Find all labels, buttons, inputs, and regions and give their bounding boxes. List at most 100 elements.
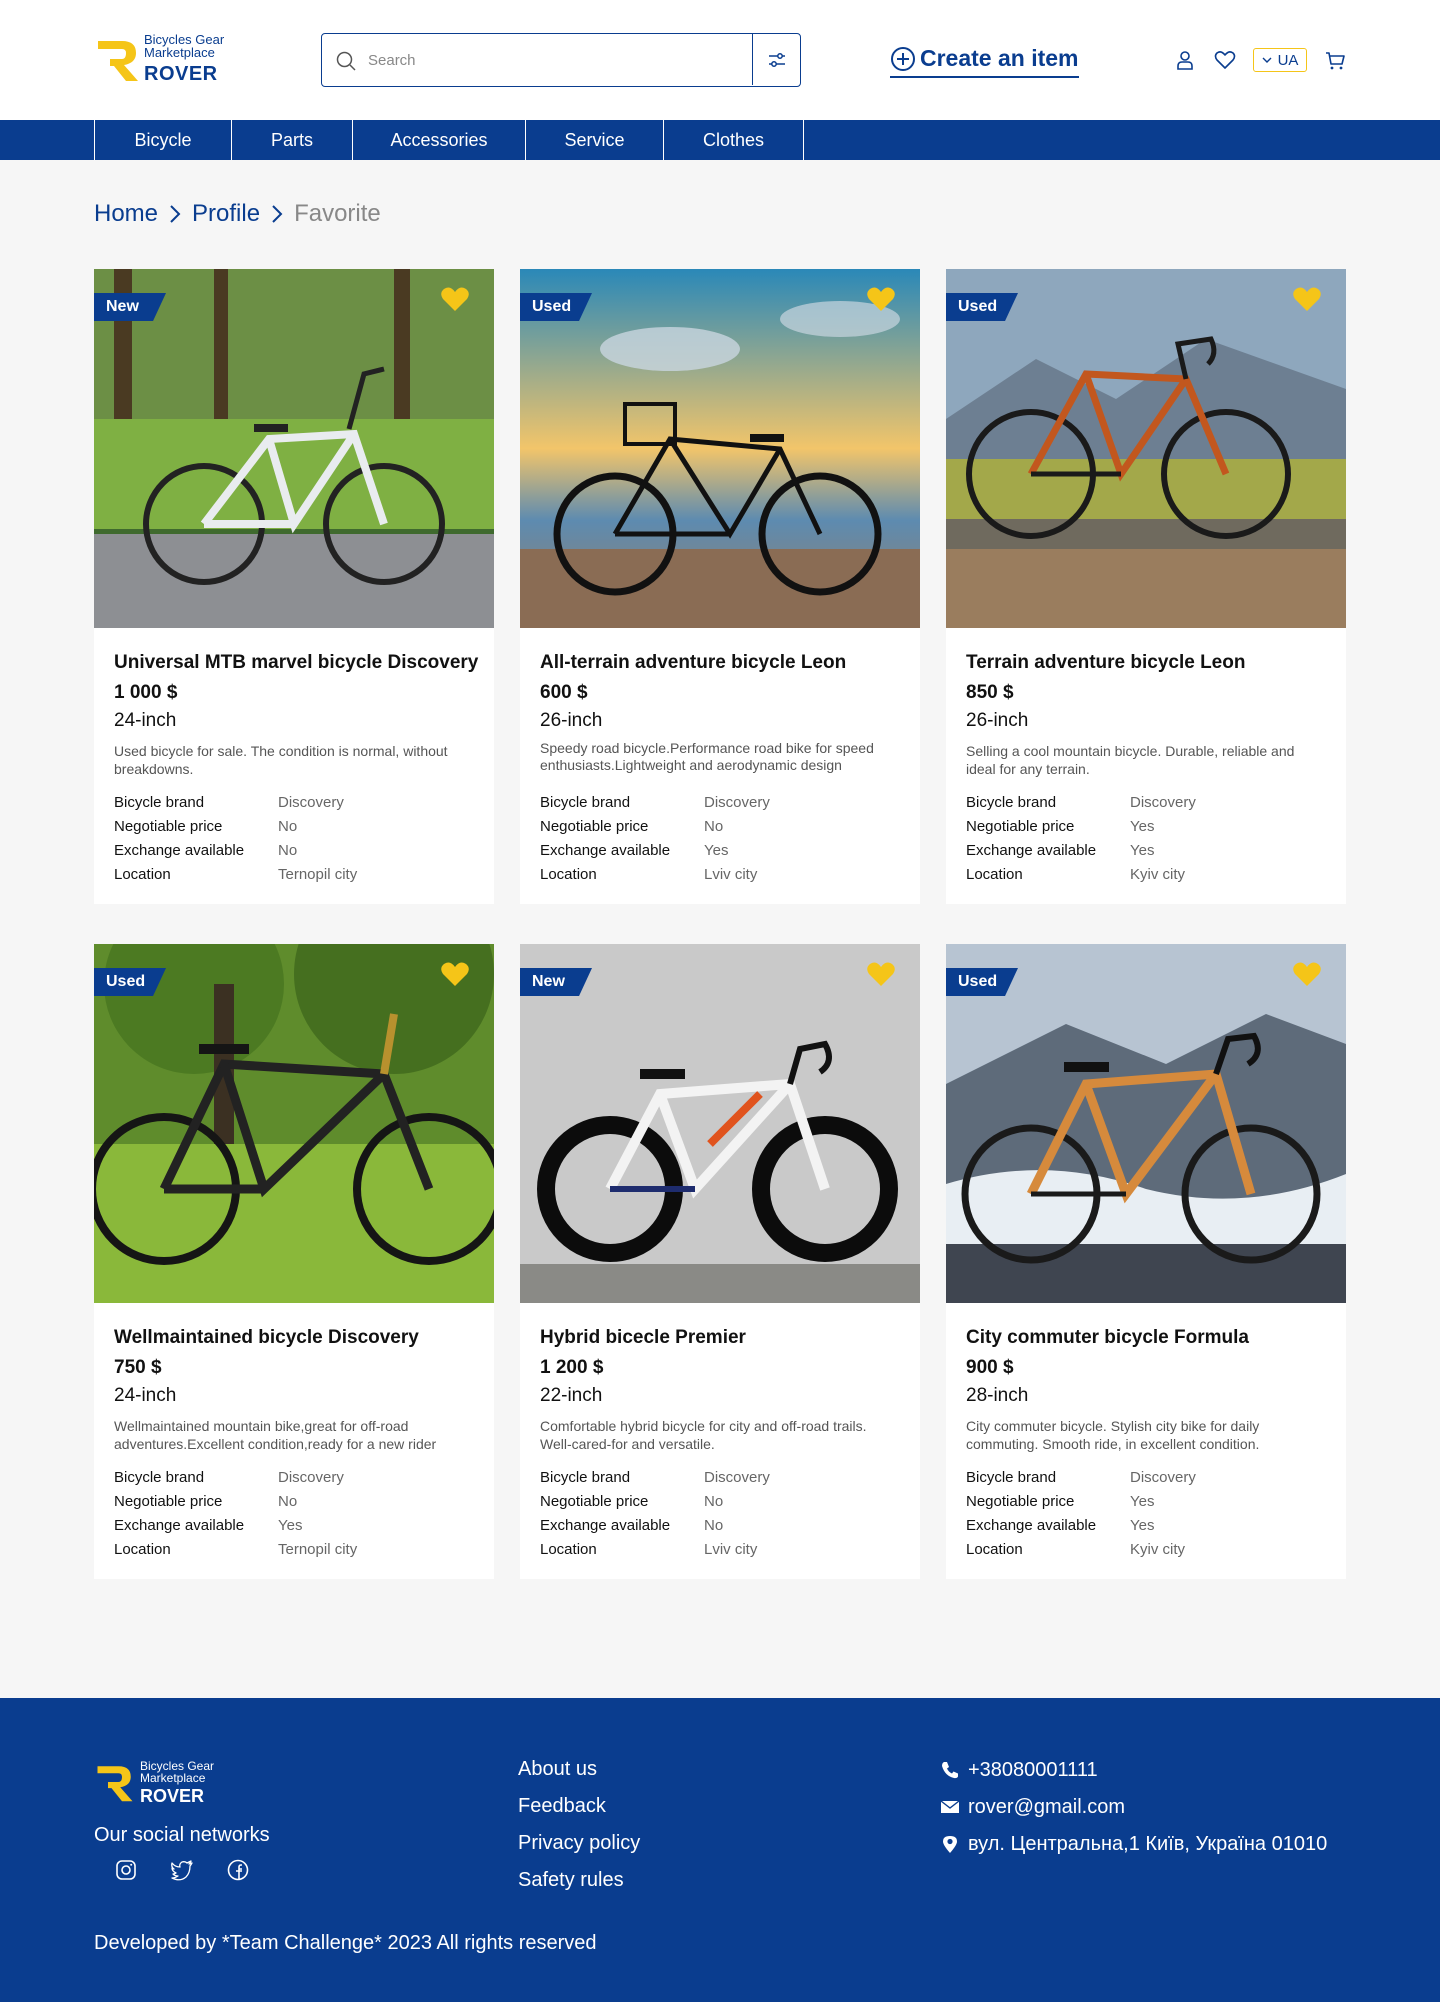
rover-logo-icon bbox=[97, 1766, 133, 1802]
social-networks-title: Our social networks bbox=[94, 1824, 270, 1846]
footer-link-safety[interactable]: Safety rules bbox=[518, 1869, 640, 1892]
spec-value-negotiable: Yes bbox=[1130, 817, 1155, 835]
user-icon[interactable] bbox=[1173, 48, 1197, 72]
spec-label-negotiable: Negotiable price bbox=[540, 817, 649, 835]
product-photo: New bbox=[520, 944, 920, 1303]
spec-label-exchange: Exchange available bbox=[114, 841, 245, 859]
instagram-icon[interactable] bbox=[114, 1858, 138, 1882]
breadcrumb-home[interactable]: Home bbox=[94, 200, 158, 228]
social-links bbox=[114, 1858, 250, 1882]
spec-value-brand: Discovery bbox=[278, 793, 344, 811]
favorite-heart-icon[interactable] bbox=[1292, 960, 1322, 988]
bicycle-photo-image bbox=[946, 269, 1346, 628]
favorite-heart-icon[interactable] bbox=[866, 960, 896, 988]
spec-value-negotiable: No bbox=[704, 1492, 724, 1510]
spec-value-location: Kyiv city bbox=[1130, 1540, 1186, 1558]
product-title: Universal MTB marvel bicycle Discovery bbox=[114, 652, 479, 673]
footer: Bicycles Gear Marketplace ROVER Our socia… bbox=[0, 1698, 1440, 2002]
footer-link-privacy[interactable]: Privacy policy bbox=[518, 1832, 640, 1855]
plus-circle-icon bbox=[891, 46, 915, 71]
product-title: All-terrain adventure bicycle Leon bbox=[540, 652, 847, 673]
spec-value-exchange: Yes bbox=[1130, 1516, 1155, 1534]
product-card[interactable]: Used All-terrain adventure bicycle Leon … bbox=[520, 269, 920, 904]
breadcrumb-profile[interactable]: Profile bbox=[192, 200, 260, 228]
product-price: 1 000 $ bbox=[114, 682, 178, 703]
filter-sliders-icon bbox=[768, 52, 785, 67]
spec-value-location: Kyiv city bbox=[1130, 865, 1186, 883]
spec-value-exchange: No bbox=[704, 1516, 724, 1534]
product-size: 24-inch bbox=[114, 1385, 177, 1406]
spec-value-exchange: No bbox=[278, 841, 298, 859]
spec-label-location: Location bbox=[540, 865, 597, 883]
filter-button[interactable] bbox=[752, 34, 800, 85]
breadcrumb: Home Profile Favorite bbox=[94, 200, 381, 228]
search-icon bbox=[336, 51, 356, 71]
footer-link-about[interactable]: About us bbox=[518, 1758, 640, 1781]
spec-value-negotiable: Yes bbox=[1130, 1492, 1155, 1510]
search-input[interactable] bbox=[368, 46, 738, 74]
bicycle-photo-image bbox=[520, 269, 920, 628]
heart-icon[interactable] bbox=[1213, 48, 1237, 72]
footer-contacts: +38080001111 rover@gmail.com вул. Центра… bbox=[940, 1758, 1327, 1856]
logo[interactable]: Bicycles Gear Marketplace ROVER bbox=[94, 31, 244, 87]
product-size: 26-inch bbox=[540, 710, 603, 731]
product-price: 1 200 $ bbox=[540, 1357, 604, 1378]
contact-email[interactable]: rover@gmail.com bbox=[940, 1795, 1327, 1819]
footer-link-feedback[interactable]: Feedback bbox=[518, 1795, 640, 1818]
product-photo: Used bbox=[94, 944, 494, 1303]
product-card[interactable]: New Hybrid bicecle Premier 1 200 $ 22-in… bbox=[520, 944, 920, 1579]
cart-icon[interactable] bbox=[1323, 48, 1347, 72]
spec-value-negotiable: No bbox=[278, 817, 298, 835]
product-photo: Used bbox=[946, 944, 1346, 1303]
spec-label-location: Location bbox=[114, 1540, 171, 1558]
chevron-down-icon bbox=[1262, 57, 1272, 63]
product-size: 22-inch bbox=[540, 1385, 603, 1406]
spec-value-location: Ternopil city bbox=[278, 1540, 358, 1558]
nav-item-clothes[interactable]: Clothes bbox=[664, 120, 804, 160]
copyright: Developed by *Team Challenge* 2023 All r… bbox=[94, 1932, 597, 1954]
product-specs: Bicycle brand Discovery Negotiable price N… bbox=[540, 1465, 900, 1561]
product-card[interactable]: Used Terrain adventure bicycle Leon 850 … bbox=[946, 269, 1346, 904]
product-size: 26-inch bbox=[966, 710, 1029, 731]
email-address: rover@gmail.com bbox=[968, 1795, 1126, 1818]
nav-item-parts[interactable]: Parts bbox=[232, 120, 353, 160]
product-card[interactable]: Used City commuter bicycle Formula 900 $… bbox=[946, 944, 1346, 1579]
chevron-right-icon bbox=[272, 205, 283, 223]
spec-value-exchange: Yes bbox=[1130, 841, 1155, 859]
favorites-grid: New Universal MTB marvel bicycle Discove… bbox=[94, 269, 1346, 1579]
facebook-icon[interactable] bbox=[226, 1858, 250, 1882]
product-specs: Bicycle brand Discovery Negotiable price Y… bbox=[966, 1465, 1326, 1561]
language-selector[interactable]: UA bbox=[1253, 48, 1307, 72]
bicycle-photo-image bbox=[94, 944, 494, 1303]
product-specs: Bicycle brand Discovery Negotiable price N… bbox=[114, 790, 474, 886]
search-bar bbox=[321, 33, 801, 87]
product-title: Terrain adventure bicycle Leon bbox=[966, 652, 1246, 673]
spec-label-negotiable: Negotiable price bbox=[540, 1492, 649, 1510]
footer-logo[interactable]: Bicycles Gear Marketplace ROVER bbox=[94, 1758, 234, 1808]
spec-value-brand: Discovery bbox=[704, 1468, 770, 1486]
nav-item-service[interactable]: Service bbox=[526, 120, 664, 160]
favorite-heart-icon[interactable] bbox=[1292, 285, 1322, 313]
spec-label-location: Location bbox=[966, 865, 1023, 883]
spec-label-exchange: Exchange available bbox=[114, 1516, 245, 1534]
product-card[interactable]: Used Wellmaintained bicycle Discovery 75… bbox=[94, 944, 494, 1579]
language-label: UA bbox=[1277, 51, 1299, 69]
nav-item-bicycle[interactable]: Bicycle bbox=[95, 120, 232, 160]
twitter-icon[interactable] bbox=[170, 1858, 194, 1882]
favorite-heart-icon[interactable] bbox=[866, 285, 896, 313]
rover-logo-icon bbox=[98, 41, 138, 81]
product-card[interactable]: New Universal MTB marvel bicycle Discove… bbox=[94, 269, 494, 904]
favorite-heart-icon[interactable] bbox=[440, 285, 470, 313]
product-price: 900 $ bbox=[966, 1357, 1014, 1378]
product-photo: Used bbox=[520, 269, 920, 628]
spec-label-brand: Bicycle brand bbox=[540, 793, 631, 811]
logo-subtitle: Bicycles Gear Marketplace bbox=[144, 32, 225, 60]
chevron-right-icon bbox=[170, 205, 181, 223]
contact-phone[interactable]: +38080001111 bbox=[940, 1758, 1327, 1782]
spec-label-location: Location bbox=[540, 1540, 597, 1558]
create-item-button[interactable]: Create an item bbox=[890, 44, 1079, 78]
favorite-heart-icon[interactable] bbox=[440, 960, 470, 988]
nav-item-accessories[interactable]: Accessories bbox=[353, 120, 526, 160]
spec-label-brand: Bicycle brand bbox=[966, 1468, 1057, 1486]
bicycle-photo-image bbox=[94, 269, 494, 628]
